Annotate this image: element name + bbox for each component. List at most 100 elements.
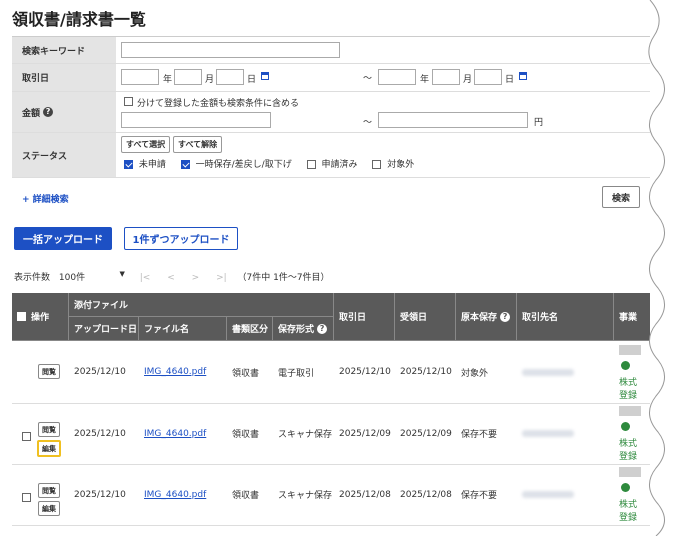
status-checkbox-unapplied[interactable] <box>124 160 133 169</box>
header-transaction-date: 取引日 <box>334 293 395 341</box>
year-unit: 年 <box>420 75 430 85</box>
date-from-month-input[interactable] <box>174 69 202 85</box>
check-circle-icon <box>621 483 630 492</box>
view-button[interactable]: 閲覧 <box>38 364 60 379</box>
header-action: 操作 <box>12 293 69 341</box>
cell-original-storage: 対象外 <box>461 368 489 379</box>
view-button[interactable]: 閲覧 <box>38 483 60 498</box>
cell-upload-date: 2025/12/10 <box>74 489 126 500</box>
header-label: 保存形式 <box>278 325 315 335</box>
row-checkbox[interactable] <box>22 493 31 502</box>
per-page-select[interactable]: 100件 ▼ <box>59 270 125 283</box>
bulk-upload-button[interactable]: 一括アップロード <box>14 227 112 250</box>
help-icon[interactable]: ? <box>317 323 328 334</box>
cell-transaction-date: 2025/12/09 <box>339 428 391 439</box>
page-title: 領収書/請求書一覧 <box>12 10 146 29</box>
search-form: 検索キーワード 取引日 年 月 日 ～ 年 月 日 金額 ? 分けて登録した金額… <box>12 36 650 178</box>
edit-button[interactable]: 編集 <box>38 501 60 516</box>
help-icon[interactable]: ? <box>43 107 54 117</box>
last-page-button[interactable]: >| <box>216 273 227 283</box>
help-icon[interactable]: ? <box>500 311 511 322</box>
row-checkbox[interactable] <box>22 432 31 441</box>
header-business: 事業 <box>614 293 650 341</box>
cell-doc-type: 領収書 <box>232 430 260 440</box>
amount-to-input[interactable] <box>378 112 528 128</box>
amount-row: 金額 ? 分けて登録した金額も検索条件に含める ～ 円 <box>12 92 650 133</box>
search-button[interactable]: 検索 <box>602 186 640 208</box>
chevron-down-icon: ▼ <box>119 270 125 278</box>
date-from-year-input[interactable] <box>121 69 159 85</box>
header-file-name: ファイル名 <box>139 317 227 341</box>
torn-edge-decoration <box>648 0 676 536</box>
status-checkbox-draft[interactable] <box>180 160 190 169</box>
file-link[interactable]: IMG_4640.pdf <box>144 429 206 439</box>
header-label: 操作 <box>31 313 50 323</box>
next-page-button[interactable]: > <box>192 273 200 283</box>
cell-partner <box>517 341 614 403</box>
pager: 表示件数 100件 ▼ |< < > >| （7件中 1件～7件目） <box>14 270 330 283</box>
select-all-rows-checkbox[interactable] <box>17 312 26 321</box>
view-button[interactable]: 閲覧 <box>38 422 60 437</box>
status-checkbox-excluded[interactable] <box>372 160 382 169</box>
cell-transaction-date: 2025/12/10 <box>339 367 391 377</box>
header-label: 原本保存 <box>461 313 498 323</box>
header-attachment-group: 添付ファイル <box>69 293 334 317</box>
cell-partner <box>517 403 614 464</box>
check-circle-icon <box>621 422 630 431</box>
date-to-year-input[interactable] <box>378 69 416 85</box>
cell-original-storage: 保存不要 <box>461 430 498 440</box>
date-to-month-input[interactable] <box>432 69 460 85</box>
status-option-label: 未申請 <box>138 160 166 170</box>
advanced-search-link[interactable]: + 詳細検索 <box>22 192 69 205</box>
single-upload-button[interactable]: 1件ずつアップロード <box>124 227 238 250</box>
business-text: 登録 <box>619 452 638 462</box>
status-label: ステータス <box>12 133 116 177</box>
cell-upload-date: 2025/12/10 <box>74 367 126 377</box>
cell-receipt-date: 2025/12/10 <box>400 367 452 377</box>
business-text: 登録 <box>619 391 638 401</box>
cell-file-name: IMG_4640.pdf <box>139 464 227 525</box>
split-amount-checkbox[interactable] <box>124 97 133 106</box>
page-summary: （7件中 1件～7件目） <box>237 273 330 283</box>
yen-unit: 円 <box>534 118 544 128</box>
page-frame: 領収書/請求書一覧 検索キーワード 取引日 年 月 日 ～ 年 月 日 金額 ?… <box>0 0 650 536</box>
calendar-icon[interactable] <box>261 72 269 80</box>
edit-button[interactable]: 編集 <box>37 440 61 457</box>
cell-storage-format: 電子取引 <box>278 368 315 379</box>
keyword-input[interactable] <box>121 42 340 58</box>
check-circle-icon <box>621 361 630 370</box>
status-option-label: 一時保存/差戻し/取下げ <box>195 160 292 170</box>
thumbnail <box>619 345 641 355</box>
amount-from-input[interactable] <box>121 112 271 128</box>
date-range-separator: ～ <box>363 74 373 84</box>
year-unit: 年 <box>163 75 173 85</box>
business-text: 株式 <box>619 500 638 510</box>
file-link[interactable]: IMG_4640.pdf <box>144 490 206 500</box>
date-from-day-input[interactable] <box>216 69 244 85</box>
date-to-day-input[interactable] <box>474 69 502 85</box>
header-receipt-date: 受領日 <box>395 293 456 341</box>
date-label: 取引日 <box>12 64 116 91</box>
redacted-partner <box>522 430 574 437</box>
cell-doc-type: 領収書 <box>232 491 260 501</box>
status-checkbox-applied[interactable] <box>306 160 316 169</box>
business-text: 株式 <box>619 378 638 388</box>
file-link[interactable]: IMG_4640.pdf <box>144 367 206 377</box>
status-options: 未申請 一時保存/差戻し/取下げ 申請済み 対象外 <box>124 157 414 170</box>
cell-file-name: IMG_4640.pdf <box>139 341 227 403</box>
deselect-all-button[interactable]: すべて解除 <box>173 136 223 153</box>
amount-range-separator: ～ <box>363 118 373 128</box>
header-storage-format: 保存形式 ? <box>273 317 334 341</box>
day-unit: 日 <box>505 75 515 85</box>
select-all-button[interactable]: すべて選択 <box>121 136 171 153</box>
first-page-button[interactable]: |< <box>140 273 151 283</box>
prev-page-button[interactable]: < <box>167 273 175 283</box>
calendar-icon[interactable] <box>519 72 527 80</box>
cell-original-storage: 保存不要 <box>461 491 498 501</box>
amount-label: 金額 <box>22 108 41 119</box>
date-row: 取引日 年 月 日 ～ 年 月 日 <box>12 64 650 92</box>
header-doc-type: 書類区分 <box>227 317 273 341</box>
per-page-label: 表示件数 <box>14 273 51 283</box>
header-original-storage: 原本保存 ? <box>456 293 517 341</box>
status-option-label: 対象外 <box>387 160 415 170</box>
